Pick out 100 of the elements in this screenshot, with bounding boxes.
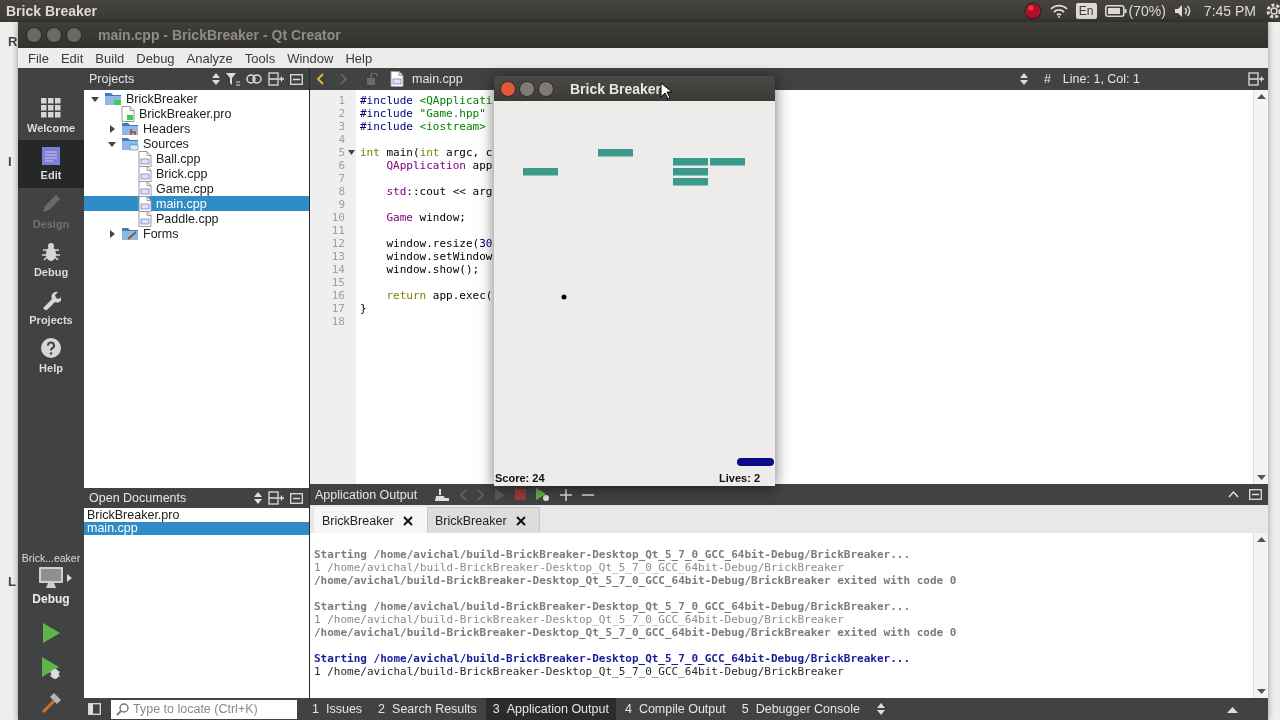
menu-item[interactable]: Edit (54, 50, 90, 66)
hash-label: # (1043, 72, 1051, 86)
link-icon[interactable] (246, 74, 262, 84)
tree-item[interactable]: Headers (84, 121, 309, 136)
menu-item[interactable]: File (22, 50, 55, 66)
fold-arrow-icon[interactable] (347, 148, 356, 157)
maximize-pane-icon[interactable] (1228, 491, 1239, 498)
mode-button[interactable]: Projects (18, 284, 84, 332)
split-icon[interactable] (268, 72, 284, 86)
pane-title[interactable]: Application Output (315, 487, 418, 502)
menu-item[interactable]: Analyze (180, 50, 239, 66)
code-line: int main(int argc, c (360, 146, 493, 159)
output-pane-button[interactable]: 5 Debugger Console (734, 698, 867, 720)
tree-item[interactable]: Paddle.cpp (84, 211, 309, 226)
pane-title[interactable]: Projects (89, 72, 135, 86)
output-pane-button[interactable]: 2 Search Results (371, 698, 484, 720)
window-maximize-button[interactable] (538, 80, 554, 97)
headers-folder-icon (121, 121, 139, 136)
hammer-icon[interactable] (40, 692, 62, 714)
close-icon[interactable] (401, 514, 414, 527)
debug-run-icon[interactable] (536, 488, 551, 501)
help-icon (41, 338, 61, 358)
pencil-icon (41, 194, 61, 214)
record-icon[interactable] (1023, 2, 1042, 20)
close-pane-icon[interactable] (290, 73, 303, 85)
menu-item[interactable]: Help (339, 50, 379, 66)
battery-icon[interactable] (1104, 5, 1127, 17)
open-document-item[interactable]: BrickBreaker.pro (84, 508, 309, 522)
split-icon[interactable] (1248, 72, 1264, 86)
tree-item[interactable]: Game.cpp (84, 181, 309, 196)
code-line: QApplication app (385, 159, 493, 172)
cpp-file-icon (138, 180, 152, 197)
mode-button[interactable]: Welcome (18, 92, 84, 140)
output-tab[interactable]: BrickBreaker (314, 507, 427, 533)
line-number: 4 (338, 133, 345, 146)
output-pane-button[interactable]: 1 Issues (305, 698, 370, 720)
expand-icon[interactable] (1227, 705, 1238, 713)
sort-arrows-icon[interactable] (212, 73, 220, 85)
menu-item[interactable]: Window (281, 50, 340, 66)
cursor-position[interactable]: Line: 1, Col: 1 (1062, 72, 1140, 86)
menu-item[interactable]: Tools (238, 50, 282, 66)
sort-arrows-icon[interactable] (1019, 73, 1028, 85)
close-pane-icon[interactable] (290, 492, 303, 504)
background-window-label: R (8, 34, 18, 49)
tree-item[interactable]: BrickBreaker (84, 91, 309, 106)
volume-icon[interactable] (1173, 4, 1192, 18)
gear-icon[interactable] (1264, 2, 1280, 20)
plus-icon[interactable] (560, 488, 573, 501)
menu-item[interactable]: Debug (130, 50, 181, 66)
scroll-down-icon[interactable] (1256, 689, 1266, 695)
tree-item[interactable]: Ball.cpp (84, 151, 309, 166)
output-pane-button[interactable]: 4 Compile Output (617, 698, 733, 720)
code-line: window.resize(30 (385, 237, 493, 250)
window-maximize-button[interactable] (66, 27, 82, 43)
document-tab[interactable]: main.cpp (412, 72, 463, 86)
window-minimize-button[interactable] (519, 80, 535, 97)
line-number: 17 (331, 302, 345, 315)
expand-arrow-icon[interactable] (107, 228, 117, 239)
lives-label: Lives: 2 (719, 472, 760, 484)
sort-arrows-icon[interactable] (876, 703, 885, 715)
locator-field[interactable]: Type to locate (Ctrl+K) (111, 699, 297, 719)
sidebar-toggle-icon[interactable] (88, 703, 101, 715)
output-tab[interactable]: BrickBreaker (427, 507, 540, 533)
output-pane-button[interactable]: 3 Application Output (485, 698, 616, 720)
window-close-button[interactable] (26, 27, 42, 43)
line-number: 3 (338, 120, 345, 133)
open-document-item[interactable]: main.cpp (84, 521, 309, 535)
expand-arrow-icon[interactable] (107, 123, 117, 134)
clock[interactable]: 7:45 PM (1203, 3, 1256, 19)
window-title: main.cpp - BrickBreaker - Qt Creator (98, 27, 341, 43)
close-icon[interactable] (514, 514, 527, 527)
tree-item[interactable]: Forms (84, 226, 309, 241)
wifi-icon[interactable] (1049, 4, 1068, 18)
scroll-up-icon[interactable] (1256, 93, 1266, 99)
mode-button[interactable]: Help (18, 332, 84, 380)
mode-button[interactable]: Debug (18, 236, 84, 284)
scrollbar[interactable] (1253, 90, 1268, 484)
kit-selector[interactable]: Brick...eaker Debug (18, 552, 84, 606)
split-icon[interactable] (268, 491, 284, 505)
grid-icon (41, 98, 61, 118)
scrollbar[interactable] (1253, 533, 1268, 698)
keyboard-layout-indicator[interactable]: En (1075, 3, 1097, 19)
menu-item[interactable]: Build (89, 50, 131, 66)
scroll-down-icon[interactable] (1256, 475, 1266, 481)
tree-item[interactable]: main.cpp (84, 196, 309, 211)
debug-run-icon[interactable] (40, 656, 62, 680)
close-pane-icon[interactable] (1249, 489, 1262, 500)
window-minimize-button[interactable] (46, 27, 62, 43)
filter-icon[interactable] (226, 72, 240, 86)
brick (673, 158, 708, 166)
scroll-up-icon[interactable] (1256, 536, 1266, 542)
tree-item[interactable]: BrickBreaker.pro (84, 106, 309, 121)
tree-item[interactable]: Sources (84, 136, 309, 151)
window-close-button[interactable] (500, 80, 516, 97)
run-icon[interactable] (41, 622, 61, 644)
sort-arrows-icon[interactable] (254, 492, 262, 504)
broom-icon[interactable] (435, 487, 450, 502)
mode-button[interactable]: Edit (18, 140, 84, 188)
tree-item[interactable]: Brick.cpp (84, 166, 309, 181)
pane-title[interactable]: Open Documents (89, 491, 187, 505)
